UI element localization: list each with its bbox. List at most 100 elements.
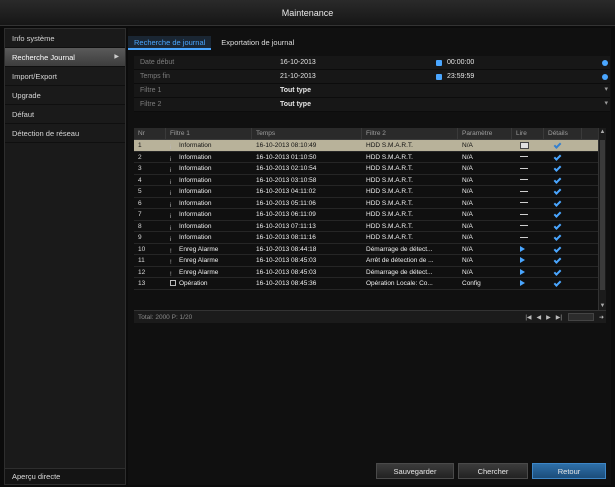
scroll-up-icon[interactable]: ▲	[599, 128, 606, 136]
playback-box-icon[interactable]	[520, 141, 529, 149]
scroll-thumb[interactable]	[600, 140, 605, 290]
details-check-icon[interactable]	[553, 267, 562, 276]
table-row[interactable]: 4 Information 16-10-2013 03:10:58 HDD S.M.A…	[134, 175, 602, 186]
dash-icon	[520, 213, 528, 215]
start-time-field[interactable]: 00:00:00	[436, 59, 596, 66]
row-read	[512, 244, 544, 255]
row-type: Information	[166, 198, 252, 209]
row-type: Information	[166, 140, 252, 151]
play-icon[interactable]	[520, 268, 525, 275]
sidebar-item-info-systeme[interactable]: Info système	[5, 29, 125, 48]
window-title: Maintenance	[281, 7, 334, 18]
dash-icon	[520, 236, 528, 238]
table-row[interactable]: 12 Enreg Alarme 16-10-2013 08:45:03 Démarra…	[134, 267, 602, 278]
start-label: Date début	[140, 59, 175, 66]
tab-log-export[interactable]: Exportation de journal	[215, 36, 300, 50]
table-row[interactable]: 11 Enreg Alarme 16-10-2013 08:45:03 Arrêt d…	[134, 255, 602, 267]
filter2-select[interactable]: Tout type	[276, 101, 436, 108]
sidebar-item-recherche-journal[interactable]: Recherche Journal ▶	[5, 48, 125, 67]
row-read	[512, 198, 544, 209]
first-page-icon[interactable]: |◀	[525, 314, 531, 321]
tab-bar: Recherche de journal Exportation de jour…	[128, 36, 611, 50]
chevron-down-icon[interactable]: ▾	[604, 99, 608, 107]
chevron-right-icon: ▶	[114, 54, 119, 60]
table-scrollbar[interactable]: ▲ ▼	[598, 128, 606, 310]
page-input[interactable]	[567, 313, 594, 321]
details-check-icon[interactable]	[553, 256, 562, 265]
details-check-icon[interactable]	[553, 279, 562, 288]
table-row[interactable]: 3 Information 16-10-2013 02:10:54 HDD S.M.A…	[134, 163, 602, 175]
row-type-label: Information	[179, 234, 212, 241]
row-details	[544, 255, 582, 266]
table-row[interactable]: 7 Information 16-10-2013 06:11:09 HDD S.M.A…	[134, 209, 602, 221]
col-time[interactable]: Temps	[252, 128, 362, 139]
play-icon[interactable]	[520, 257, 525, 264]
row-filter2: Arrêt de détection de ...	[366, 257, 434, 264]
sidebar-item-upgrade[interactable]: Upgrade	[5, 86, 125, 105]
table-row[interactable]: 9 Information 16-10-2013 08:11:16 HDD S.M.A…	[134, 232, 602, 244]
col-details[interactable]: Détails	[544, 128, 582, 139]
scroll-down-icon[interactable]: ▼	[599, 302, 606, 310]
dash-icon	[520, 156, 528, 158]
table-row[interactable]: 6 Information 16-10-2013 05:11:06 HDD S.M.A…	[134, 198, 602, 209]
end-time-field[interactable]: 23:59:59	[436, 73, 596, 80]
end-date-field[interactable]: 21-10-2013	[276, 73, 436, 80]
tab-log-search[interactable]: Recherche de journal	[128, 36, 212, 50]
sidebar-item-detection-reseau[interactable]: Détection de réseau	[5, 124, 125, 143]
search-button[interactable]: Chercher	[458, 463, 528, 479]
table-footer: Total: 2000 P: 1/20 |◀ ◀ ▶ ▶| ➜	[134, 310, 606, 323]
row-read	[512, 255, 544, 266]
filter1-select[interactable]: Tout type	[276, 87, 436, 94]
table-row[interactable]: 10 Enreg Alarme 16-10-2013 08:44:18 Démarra…	[134, 244, 602, 255]
play-icon[interactable]	[520, 245, 525, 252]
prev-page-icon[interactable]: ◀	[537, 314, 542, 321]
sidebar-item-defaut[interactable]: Défaut	[5, 105, 125, 124]
dash-icon	[520, 190, 528, 192]
clock-icon[interactable]	[602, 60, 608, 66]
go-page-icon[interactable]: ➜	[599, 314, 604, 321]
row-nr: 11	[138, 257, 145, 264]
row-type: Enreg Alarme	[166, 267, 252, 278]
details-check-icon[interactable]	[553, 233, 562, 242]
start-date-field[interactable]: 16-10-2013	[276, 59, 436, 66]
details-check-icon[interactable]	[553, 244, 562, 253]
details-check-icon[interactable]	[553, 141, 562, 150]
row-type-label: Information	[179, 222, 212, 230]
row-time: 16-10-2013 08:45:03	[256, 268, 317, 276]
col-filter1[interactable]: Filtre 1	[166, 128, 252, 139]
next-page-icon[interactable]: ▶	[546, 314, 551, 321]
row-read	[512, 163, 544, 174]
sidebar-item-import-export[interactable]: Import/Export	[5, 67, 125, 86]
table-row[interactable]: 5 Information 16-10-2013 04:11:02 HDD S.M.A…	[134, 186, 602, 198]
row-read	[512, 267, 544, 278]
details-check-icon[interactable]	[553, 210, 562, 219]
col-nr[interactable]: Nr	[134, 128, 166, 139]
table-row[interactable]: 13 Opération 16-10-2013 08:45:36 Opération …	[134, 278, 602, 290]
details-check-icon[interactable]	[553, 164, 562, 173]
play-icon[interactable]	[520, 280, 525, 287]
col-filter2[interactable]: Filtre 2	[362, 128, 458, 139]
save-button[interactable]: Sauvegarder	[376, 463, 454, 479]
details-check-icon[interactable]	[553, 187, 562, 196]
details-check-icon[interactable]	[553, 152, 562, 161]
table-row[interactable]: 1 Information 16-10-2013 08:10:49 HDD S.M.A…	[134, 140, 602, 152]
row-type: Information	[166, 221, 252, 232]
row-param: N/A	[462, 142, 473, 149]
row-param: N/A	[462, 257, 473, 264]
col-param[interactable]: Paramètre	[458, 128, 512, 139]
details-check-icon[interactable]	[553, 221, 562, 230]
alarm-icon	[170, 257, 176, 263]
table-row[interactable]: 2 Information 16-10-2013 01:10:50 HDD S.M.A…	[134, 152, 602, 163]
clock-icon[interactable]	[602, 74, 608, 80]
row-filter2: HDD S.M.A.R.T.	[366, 222, 413, 230]
live-view-button[interactable]: Aperçu directe	[5, 468, 125, 484]
details-check-icon[interactable]	[553, 198, 562, 207]
chevron-down-icon[interactable]: ▾	[604, 85, 608, 93]
table-row[interactable]: 8 Information 16-10-2013 07:11:13 HDD S.M.A…	[134, 221, 602, 232]
back-button[interactable]: Retour	[532, 463, 606, 479]
last-page-icon[interactable]: ▶|	[556, 314, 562, 321]
row-type-label: Information	[179, 176, 212, 184]
row-nr: 8	[138, 222, 142, 230]
details-check-icon[interactable]	[553, 175, 562, 184]
col-read[interactable]: Lire	[512, 128, 544, 139]
